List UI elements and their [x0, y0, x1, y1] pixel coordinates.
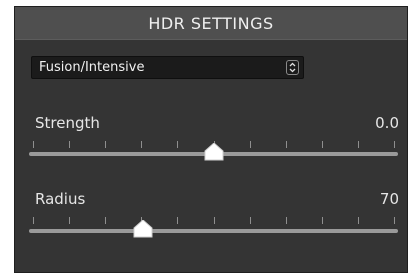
tick-mark	[357, 141, 359, 148]
tick-mark	[177, 141, 179, 148]
chevron-up-down-icon[interactable]	[286, 60, 299, 75]
panel-header: HDR SETTINGS	[15, 7, 407, 40]
mode-select-value: Fusion/Intensive	[39, 60, 145, 75]
radius-slider-thumb[interactable]	[133, 220, 153, 238]
tick-mark	[33, 141, 34, 148]
strength-slider-thumb[interactable]	[204, 143, 224, 161]
tick-mark	[285, 141, 287, 148]
tick-mark	[357, 217, 359, 224]
radius-ticks	[33, 217, 395, 225]
tick-mark	[69, 217, 71, 224]
strength-track[interactable]	[29, 143, 398, 161]
radius-value: 70	[379, 190, 399, 208]
radius-track[interactable]	[29, 220, 398, 238]
tick-mark	[321, 217, 323, 224]
tick-mark	[69, 141, 71, 148]
tick-mark	[394, 217, 395, 224]
tick-mark	[249, 217, 251, 224]
tick-mark	[105, 141, 107, 148]
radius-label: Radius	[35, 190, 86, 208]
tick-mark	[249, 141, 251, 148]
tick-mark	[321, 141, 323, 148]
tick-mark	[394, 141, 395, 148]
strength-value: 0.0	[375, 114, 399, 132]
mode-select[interactable]: Fusion/Intensive	[31, 56, 304, 79]
tick-mark	[213, 217, 215, 224]
tick-mark	[285, 217, 287, 224]
tick-mark	[141, 141, 143, 148]
tick-mark	[33, 217, 34, 224]
tick-mark	[105, 217, 107, 224]
panel-title: HDR SETTINGS	[148, 13, 274, 33]
tick-mark	[177, 217, 179, 224]
hdr-settings-panel: HDR SETTINGS Fusion/Intensive Strength 0…	[14, 6, 408, 273]
strength-label: Strength	[35, 114, 100, 132]
